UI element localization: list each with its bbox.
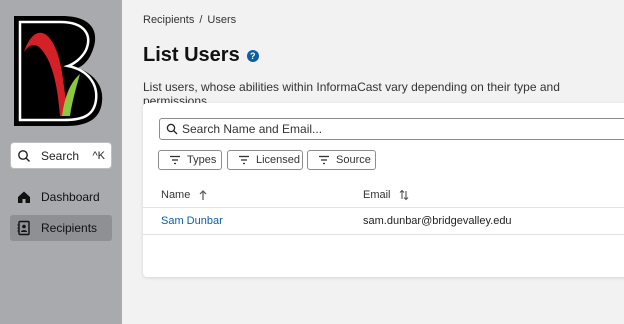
sidebar-item-recipients[interactable]: Recipients (10, 215, 112, 241)
breadcrumb-separator: / (199, 14, 203, 26)
search-icon (17, 149, 31, 163)
search-input[interactable] (182, 122, 602, 136)
filter-label: Types (187, 154, 217, 166)
sidebar-item-label: Dashboard (41, 190, 100, 204)
breadcrumb-users: Users (207, 14, 237, 26)
page-title: List Users ? (143, 44, 259, 67)
filter-icon (318, 155, 330, 165)
filter-licensed-button[interactable]: Licensed (227, 150, 303, 170)
breadcrumb-recipients[interactable]: Recipients (143, 14, 194, 26)
breadcrumb: Recipients / Users (143, 14, 236, 26)
filter-icon (169, 155, 181, 165)
filter-label: Source (336, 154, 371, 166)
contacts-icon (16, 220, 32, 236)
table-divider (143, 234, 624, 235)
column-header-label: Name (161, 189, 191, 201)
filter-source-button[interactable]: Source (307, 150, 376, 170)
sidebar-item-dashboard[interactable]: Dashboard (10, 184, 112, 210)
bridgevalley-logo[interactable] (10, 12, 108, 130)
column-header-email[interactable]: Email (363, 189, 409, 201)
help-icon[interactable]: ? (246, 49, 259, 62)
user-name-link[interactable]: Sam Dunbar (161, 215, 223, 227)
search-field[interactable] (159, 118, 624, 140)
user-email: sam.dunbar@bridgevalley.edu (363, 215, 512, 227)
sidebar: Search ^K Dashboard Recipients (0, 0, 122, 324)
filter-types-button[interactable]: Types (158, 150, 222, 170)
sidebar-item-label: Recipients (41, 221, 98, 235)
column-header-label: Email (363, 189, 391, 201)
home-icon (16, 189, 32, 205)
page-title-text: List Users (143, 44, 240, 66)
search-icon (166, 123, 178, 135)
search-shortcut: ^K (92, 149, 106, 162)
column-header-name[interactable]: Name (161, 189, 208, 201)
filter-icon (238, 155, 250, 165)
search-button-label: Search (41, 148, 80, 163)
search-button[interactable]: Search ^K (10, 142, 112, 169)
filter-label: Licensed (256, 154, 301, 166)
users-card: Types Licensed Source Name Email (143, 103, 624, 277)
table-divider (143, 207, 624, 208)
sort-both-icon[interactable] (399, 189, 409, 201)
arrow-up-icon[interactable] (198, 189, 208, 201)
main-content: Recipients / Users List Users ? List users… (122, 0, 624, 324)
